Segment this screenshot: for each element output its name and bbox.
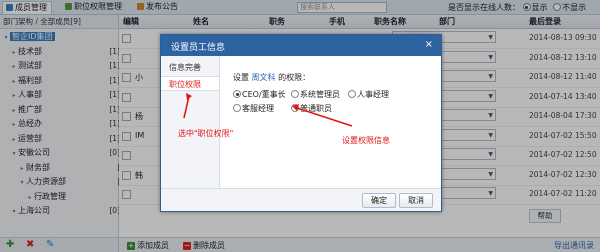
annotation-arrowhead	[292, 104, 299, 111]
annotation-arrows	[183, 93, 353, 127]
annotation-arrow-line	[183, 95, 190, 119]
annotation-arrow-line	[296, 107, 353, 127]
annotation-set-permission: 设置权限信息	[342, 136, 390, 145]
annotation-select-tab: 选中"职位权限"	[178, 129, 234, 138]
